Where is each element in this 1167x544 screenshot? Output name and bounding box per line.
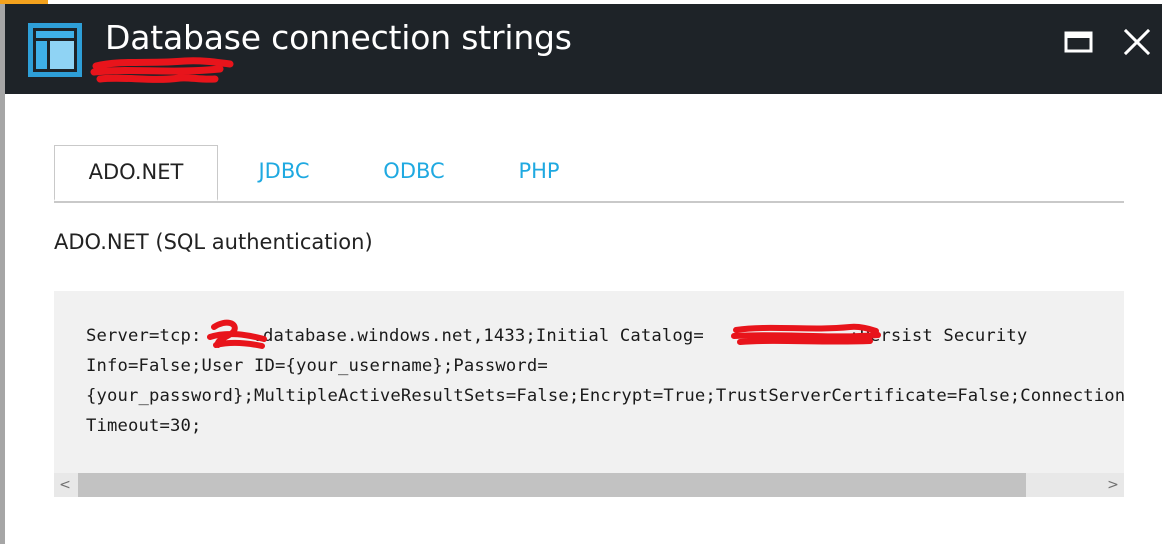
tab-ado-net[interactable]: ADO.NET xyxy=(54,145,218,201)
scroll-left-arrow[interactable]: < xyxy=(54,473,76,497)
tab-jdbc[interactable]: JDBC xyxy=(244,145,324,201)
redaction-mark xyxy=(207,319,267,349)
close-button[interactable] xyxy=(1117,22,1157,62)
connection-string-line-3: {your_password};MultipleActiveResultSets… xyxy=(86,386,1124,406)
blade-header: Database connection strings xyxy=(5,4,1162,94)
connection-string-box[interactable]: Server=tcp: .database.windows.net,1433;In… xyxy=(54,291,1124,497)
tab-php[interactable]: PHP xyxy=(506,145,572,201)
scroll-right-arrow[interactable]: > xyxy=(1102,473,1124,497)
blade-icon xyxy=(28,23,82,77)
section-heading: ADO.NET (SQL authentication) xyxy=(54,230,373,254)
scroll-thumb[interactable] xyxy=(78,473,1026,497)
tab-bar: ADO.NET JDBC ODBC PHP xyxy=(54,145,1124,203)
server-prefix: Server=tcp: xyxy=(86,326,202,346)
connection-string-line-4: Timeout=30; xyxy=(86,416,202,436)
close-icon xyxy=(1123,28,1151,56)
connection-string-line-2: Info=False;User ID={your_username};Passw… xyxy=(86,356,548,376)
server-domain: .database.windows.net,1433;Initial Catal… xyxy=(252,326,704,346)
maximize-icon xyxy=(1064,31,1093,53)
horizontal-scrollbar[interactable]: < > xyxy=(54,473,1124,497)
tab-divider xyxy=(54,201,1124,203)
maximize-button[interactable] xyxy=(1059,22,1099,62)
redaction-mark xyxy=(90,57,234,83)
tab-odbc[interactable]: ODBC xyxy=(372,145,456,201)
redaction-mark xyxy=(731,323,881,345)
